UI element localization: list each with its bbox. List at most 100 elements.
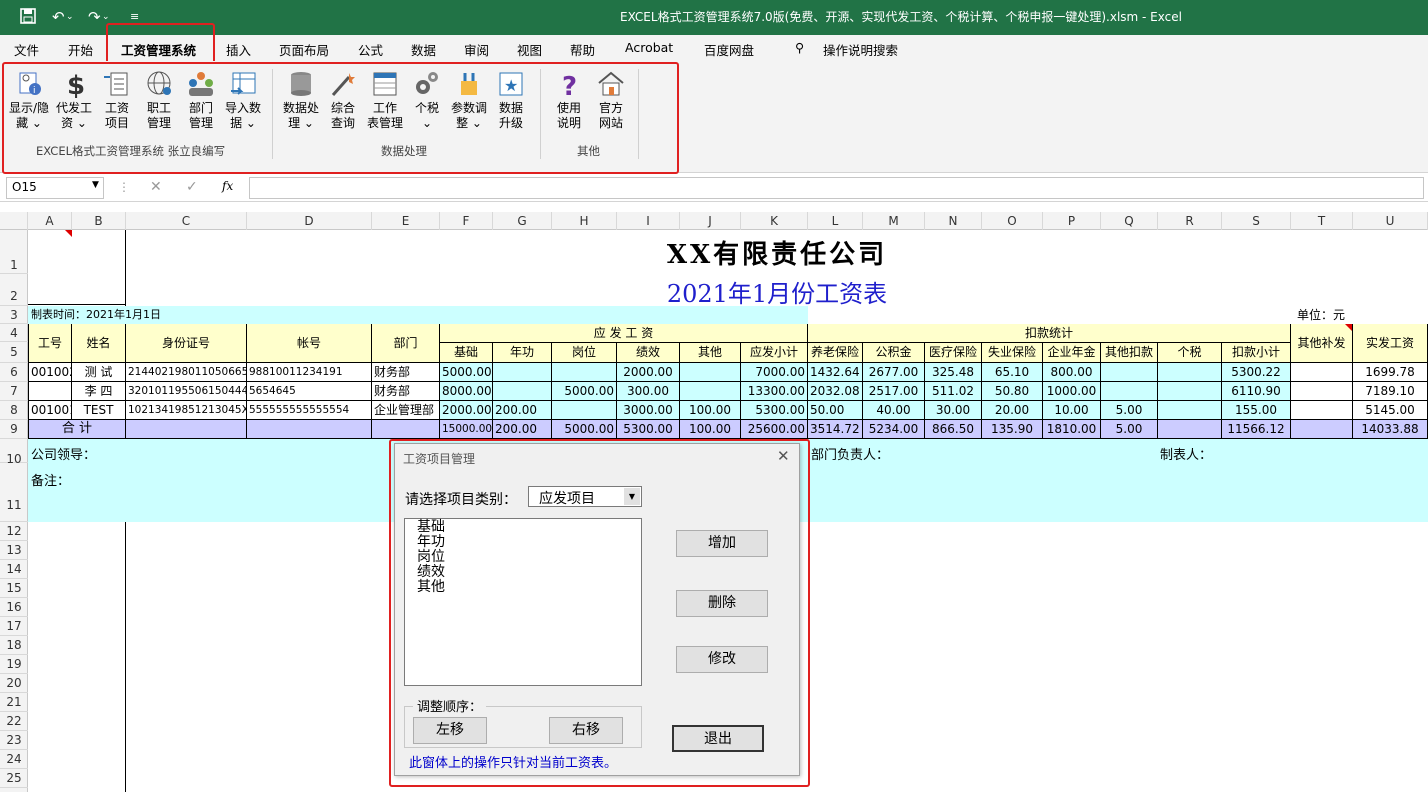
- subhdr-cell[interactable]: 绩效: [617, 343, 680, 363]
- hdr-gonghao[interactable]: 工号: [28, 324, 72, 363]
- table-cell[interactable]: 李 四: [72, 382, 126, 401]
- table-cell[interactable]: 2032.08: [808, 382, 863, 401]
- col-header[interactable]: O: [982, 212, 1043, 230]
- col-header[interactable]: B: [72, 212, 126, 230]
- subhdr-cell[interactable]: 失业保险: [982, 343, 1043, 363]
- table-cell[interactable]: 财务部: [372, 382, 440, 401]
- tab-view[interactable]: 视图: [517, 40, 542, 59]
- customize-qat-icon[interactable]: ≡: [130, 10, 139, 23]
- row-header[interactable]: 21: [0, 693, 28, 712]
- total-cell[interactable]: [1158, 420, 1222, 439]
- maker-label[interactable]: 制表人：: [1160, 444, 1212, 463]
- subhdr-cell[interactable]: 基础: [440, 343, 493, 363]
- table-cell[interactable]: [1291, 401, 1353, 420]
- table-cell[interactable]: 7000.00: [741, 363, 808, 382]
- col-header[interactable]: G: [493, 212, 552, 230]
- row-header[interactable]: 20: [0, 674, 28, 693]
- redo-icon[interactable]: ↷: [88, 8, 101, 26]
- name-box-dropdown-icon[interactable]: ▼: [92, 180, 99, 190]
- subhdr-cell[interactable]: 企业年金: [1043, 343, 1101, 363]
- total-cell[interactable]: 135.90: [982, 420, 1043, 439]
- total-cell[interactable]: [372, 420, 440, 439]
- table-cell[interactable]: 6110.90: [1222, 382, 1291, 401]
- row-header[interactable]: 16: [0, 598, 28, 617]
- subhdr-cell[interactable]: 养老保险: [808, 343, 863, 363]
- table-cell[interactable]: 30.00: [925, 401, 982, 420]
- total-cell[interactable]: 25600.00: [741, 420, 808, 439]
- total-cell[interactable]: [247, 420, 372, 439]
- row-header[interactable]: 6: [0, 363, 28, 382]
- subhdr-cell[interactable]: 扣款小计: [1222, 343, 1291, 363]
- total-cell[interactable]: 5000.00: [552, 420, 617, 439]
- enter-icon[interactable]: ✓: [186, 179, 198, 195]
- table-cell[interactable]: 98810011234191: [247, 363, 372, 382]
- total-cell[interactable]: 5300.00: [617, 420, 680, 439]
- row-header[interactable]: 4: [0, 324, 28, 342]
- date-label[interactable]: 制表时间：2021年1月1日: [31, 306, 161, 324]
- table-cell[interactable]: 7189.10: [1353, 382, 1428, 401]
- tab-page-layout[interactable]: 页面布局: [279, 40, 329, 59]
- table-cell[interactable]: [1291, 382, 1353, 401]
- table-cell[interactable]: 325.48: [925, 363, 982, 382]
- table-cell[interactable]: 测 试: [72, 363, 126, 382]
- subhdr-cell[interactable]: 其他扣款: [1101, 343, 1158, 363]
- dept-head-label[interactable]: 部门负责人：: [811, 444, 889, 463]
- tab-acrobat[interactable]: Acrobat: [625, 40, 673, 55]
- table-cell[interactable]: 2000.00: [617, 363, 680, 382]
- row-header[interactable]: 2: [0, 274, 28, 306]
- cancel-icon[interactable]: ✕: [150, 179, 162, 195]
- table-cell[interactable]: 214402198011050665: [126, 363, 247, 382]
- table-cell[interactable]: 155.00: [1222, 401, 1291, 420]
- table-cell[interactable]: 13300.00: [741, 382, 808, 401]
- subhdr-cell[interactable]: 个税: [1158, 343, 1222, 363]
- total-cell[interactable]: 15000.00: [440, 420, 493, 439]
- total-cell[interactable]: 866.50: [925, 420, 982, 439]
- hdr-xingming[interactable]: 姓名: [72, 324, 126, 363]
- row-header[interactable]: 13: [0, 541, 28, 560]
- table-cell[interactable]: 1699.78: [1353, 363, 1428, 382]
- company-title[interactable]: XX有限责任公司: [126, 234, 1428, 271]
- redo-dropdown-icon[interactable]: ⌄: [102, 12, 110, 22]
- table-cell[interactable]: 3000.00: [617, 401, 680, 420]
- table-cell[interactable]: [1101, 363, 1158, 382]
- tell-me-search[interactable]: 操作说明搜索: [823, 40, 898, 59]
- table-cell[interactable]: [1291, 363, 1353, 382]
- table-cell[interactable]: [1158, 401, 1222, 420]
- row-header[interactable]: 10: [0, 439, 28, 466]
- col-header[interactable]: J: [680, 212, 741, 230]
- col-header[interactable]: E: [372, 212, 440, 230]
- table-cell[interactable]: 001001: [28, 401, 72, 420]
- table-cell[interactable]: 2677.00: [863, 363, 925, 382]
- total-cell[interactable]: 5234.00: [863, 420, 925, 439]
- col-header[interactable]: D: [247, 212, 372, 230]
- table-cell[interactable]: [680, 382, 741, 401]
- tab-data[interactable]: 数据: [411, 40, 436, 59]
- row-header[interactable]: 12: [0, 522, 28, 541]
- total-cell[interactable]: [126, 420, 247, 439]
- hdr-sfz[interactable]: 身份证号: [126, 324, 247, 363]
- table-cell[interactable]: 320101195506150444: [126, 382, 247, 401]
- table-cell[interactable]: 财务部: [372, 363, 440, 382]
- formula-input[interactable]: [249, 177, 1424, 199]
- table-cell[interactable]: [552, 401, 617, 420]
- table-cell[interactable]: 5000.00: [440, 363, 493, 382]
- table-cell[interactable]: 5300.22: [1222, 363, 1291, 382]
- table-cell[interactable]: 200.00: [493, 401, 552, 420]
- tab-insert[interactable]: 插入: [226, 40, 251, 59]
- table-cell[interactable]: 5300.00: [741, 401, 808, 420]
- table-cell[interactable]: 65.10: [982, 363, 1043, 382]
- total-cell[interactable]: [1291, 420, 1353, 439]
- row-header[interactable]: 14: [0, 560, 28, 579]
- total-cell[interactable]: 1810.00: [1043, 420, 1101, 439]
- table-cell[interactable]: [1158, 382, 1222, 401]
- table-cell[interactable]: 2517.00: [863, 382, 925, 401]
- total-cell[interactable]: 11566.12: [1222, 420, 1291, 439]
- hdr-yingfa[interactable]: 应 发 工 资: [440, 324, 808, 343]
- table-cell[interactable]: 5145.00: [1353, 401, 1428, 420]
- remark-label[interactable]: 备注：: [31, 470, 70, 489]
- tab-home[interactable]: 开始: [68, 40, 93, 59]
- col-header[interactable]: K: [741, 212, 808, 230]
- table-cell[interactable]: [493, 363, 552, 382]
- row-header[interactable]: 19: [0, 655, 28, 674]
- subhdr-cell[interactable]: 其他: [680, 343, 741, 363]
